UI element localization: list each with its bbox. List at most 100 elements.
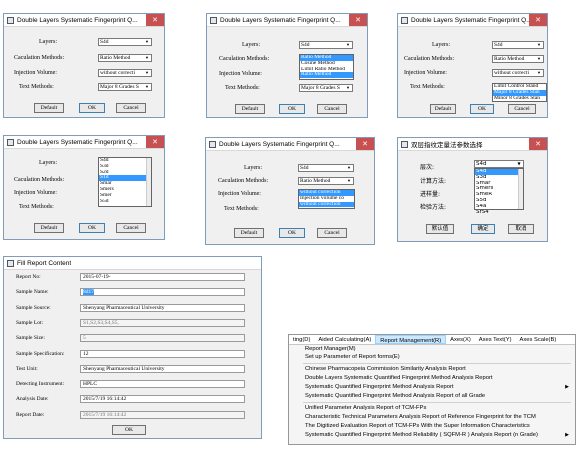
menu-item[interactable]: Double Layers Systematic Quantified Fing… (305, 375, 493, 382)
menu-axes-scale[interactable]: Axes Scale(B) (516, 335, 561, 344)
menu-axes[interactable]: Axes(X) (446, 335, 475, 344)
close-button[interactable]: ✕ (146, 136, 164, 148)
layers-select[interactable]: S4d ▼ (299, 41, 353, 49)
menu-item[interactable]: Systematic Quantified Fingerprint Method… (305, 384, 454, 391)
chevron-down-icon: ▼ (515, 161, 523, 167)
app-icon (210, 16, 217, 24)
default-button[interactable]: 默认值 (426, 224, 454, 234)
test-select[interactable]: Major 8 Grades S ▼ (98, 83, 152, 91)
inj-select[interactable]: without correcti ▼ (98, 69, 152, 77)
default-button[interactable]: Default (430, 104, 456, 114)
menu-aided-calculating[interactable]: Aided Calculating(A) (314, 335, 375, 344)
inj-select[interactable]: without correcti ▼ (492, 69, 544, 77)
title-bar: Double Layers Systematic Fingerprint Q..… (4, 14, 164, 27)
menu-item-setup-parameter[interactable]: Set up Parameter of Report forms(E) (305, 354, 400, 361)
menu-item[interactable]: Characteristic Technical Parameters Anal… (305, 414, 536, 421)
list-item[interactable]: SrS4 (475, 210, 523, 216)
menu-axes-text[interactable]: Axes Text(Y) (475, 335, 516, 344)
list-item[interactable]: S5d (99, 199, 151, 205)
close-button[interactable]: ✕ (356, 138, 374, 150)
dialog-2: Double Layers Systematic Fingerprint Q..… (206, 13, 368, 118)
inj-label: Injection Volume: (219, 71, 262, 77)
inj-label: Injection Volume: (218, 191, 261, 197)
field-label: Sample Lot: (16, 319, 44, 326)
ok-button[interactable]: OK (279, 104, 305, 114)
app-icon (401, 16, 408, 24)
ok-button[interactable]: OK (470, 104, 494, 114)
menu-setting[interactable]: ting(D) (289, 335, 314, 344)
field-input[interactable]: 2015/7/19 16:14:42 (80, 410, 245, 419)
chevron-down-icon: ▼ (143, 70, 151, 76)
menu-report-management[interactable]: Report Management(R) (375, 335, 447, 344)
close-button[interactable]: ✕ (529, 138, 547, 150)
field-label: Sample Specification: (16, 350, 65, 357)
field-input[interactable]: Shenyang Pharmaceutical University (80, 303, 245, 312)
calc-select[interactable]: Ratio Method ▼ (98, 54, 152, 62)
select-label: 进样量: (420, 191, 441, 198)
layers-select[interactable]: S4d ▼ (474, 160, 524, 168)
close-button[interactable]: ✕ (529, 14, 547, 26)
calc-select[interactable]: Ratio Method ▼ (492, 55, 544, 63)
inj-label: Injection Volume: (404, 70, 447, 76)
layers-select[interactable]: S4d ▼ (98, 38, 152, 46)
cancel-button[interactable]: 取消 (508, 224, 534, 234)
close-button[interactable]: ✕ (146, 14, 164, 26)
menu-separator (303, 402, 571, 403)
default-button[interactable]: Default (235, 104, 265, 114)
field-input[interactable]: HPLC (80, 380, 245, 389)
menu-item[interactable]: Chinese Pharmacopeia Commission Similari… (305, 366, 466, 373)
layers-dropdown-list[interactable]: S4d S3d S2d S1d Smar Smers Smer S5d (98, 157, 152, 207)
field-input[interactable]: 2015/7/19 16:14:42 (80, 395, 245, 404)
field-input[interactable]: 2015-07-19- (80, 273, 245, 281)
report-window: Fill Report Content Report No: 2015-07-19… (3, 256, 262, 439)
cancel-button[interactable]: Cancel (116, 223, 146, 233)
ok-button[interactable]: OK (112, 425, 146, 435)
calc-select[interactable]: Ratio Method ▼ (298, 177, 354, 185)
title-bar: Fill Report Content (4, 257, 261, 270)
default-button[interactable]: Default (34, 103, 64, 113)
list-item[interactable]: Minor 8 Grades Stan (493, 96, 546, 102)
field-input[interactable]: Shenyang Pharmaceutical University (80, 364, 245, 373)
inj-dropdown-list[interactable]: without correction Injection volume co w… (298, 189, 355, 209)
calc-dropdown-list[interactable]: Ratio Method Cosine Method Limit Ratio M… (299, 54, 354, 80)
ok-button[interactable]: OK (279, 228, 305, 238)
menu-item[interactable]: The Digitized Evaluation Report of TCM-F… (305, 423, 530, 430)
field-input[interactable]: 12 (80, 349, 245, 358)
menu-item[interactable]: Systematic Quantified Fingerprint Method… (305, 393, 485, 400)
menu-item[interactable]: Unified Parameter Analysis Report of TCM… (305, 405, 426, 412)
title-bar: Double Layers Systematic Fingerprint Q..… (4, 136, 164, 149)
field-input[interactable]: S1,S2,S3,S4,S5, (80, 318, 245, 327)
scrollbar[interactable] (146, 158, 151, 206)
chevron-down-icon: ▼ (535, 56, 543, 62)
layers-dropdown-list[interactable]: S4d S3d Smar Smers SmeR S5d S4a SrS4 (474, 168, 524, 214)
close-button[interactable]: ✕ (349, 14, 367, 26)
dialog-cn: 双层指纹定量法参数选择 ✕ 层次: S4d ▼ S4d S3d Smar Smers… (397, 137, 548, 242)
ok-button[interactable]: 确定 (471, 224, 495, 234)
cancel-button[interactable]: Cancel (116, 103, 146, 113)
scrollbar[interactable] (518, 169, 523, 209)
layers-select[interactable]: S4d ▼ (492, 41, 544, 49)
test-label: 检验方法: (420, 204, 447, 211)
test-select[interactable]: Major 8 Grades S ▼ (299, 84, 353, 92)
ok-button[interactable]: OK (79, 223, 105, 233)
field-label: Report Date: (16, 411, 45, 418)
app-icon (7, 16, 14, 24)
cancel-button[interactable]: Cancel (317, 104, 347, 114)
test-dropdown-list[interactable]: Limit Control Stand Major 8 Grades Stan … (492, 83, 547, 102)
ok-button[interactable]: OK (79, 103, 105, 113)
field-input[interactable]: 5 (80, 334, 245, 343)
default-button[interactable]: Default (34, 223, 64, 233)
default-button[interactable]: Default (234, 228, 264, 238)
layers-label: Layers: (244, 165, 262, 171)
menu-item[interactable]: Systematic Quantified Fingerprint Method… (305, 432, 538, 439)
cancel-button[interactable]: Cancel (508, 104, 536, 114)
field-input[interactable]: 8d17 (80, 288, 245, 297)
layers-select[interactable]: S4d ▼ (298, 164, 354, 172)
calc-label: Caculation Methods: (404, 56, 455, 62)
dialog-3: Double Layers Systematic Fingerprint Q..… (397, 13, 548, 118)
menu-item-report-manager[interactable]: Report Manager(M) (305, 346, 356, 353)
list-item[interactable]: Ratio Method (300, 72, 353, 79)
layers-label: Layers: (39, 39, 57, 45)
list-item[interactable]: without correction (299, 201, 354, 208)
cancel-button[interactable]: Cancel (317, 228, 347, 238)
